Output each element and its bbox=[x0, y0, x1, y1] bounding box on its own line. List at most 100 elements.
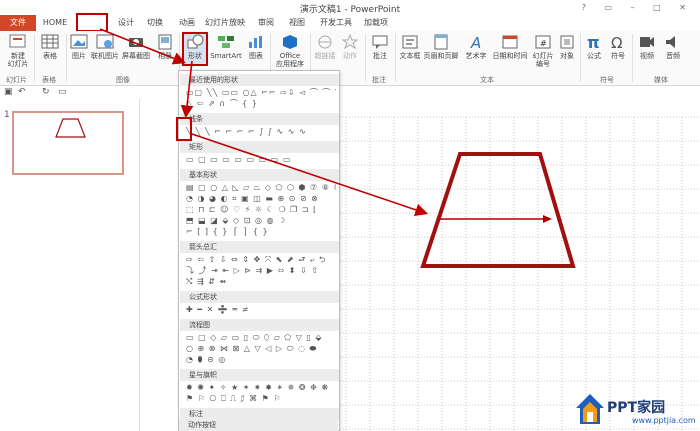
tab-developer[interactable]: 开发工具 bbox=[318, 15, 354, 31]
shape-row-recent-2[interactable]: △ ⇦ ⇗ ∩ ⌒ { } bbox=[186, 99, 336, 109]
separator bbox=[580, 34, 581, 82]
comment-button[interactable]: 批注 bbox=[368, 34, 392, 60]
shape-row-stars-1[interactable]: ✹ ✺ ✦ ✧ ★ ✶ ✷ ✸ ✴ ✵ ❂ ❉ ❋ bbox=[186, 383, 336, 393]
shape-row-rectangles[interactable]: ▭ ▢ ▭ ▭ ▭ ▭ ▭ ▭ ▭ bbox=[186, 155, 336, 165]
tab-slideshow[interactable]: 幻灯片放映 bbox=[203, 15, 247, 31]
equation-label: 公式 bbox=[587, 52, 601, 60]
object-button[interactable]: 对象 bbox=[556, 34, 578, 60]
grid-lines bbox=[340, 116, 700, 431]
shape-row-arrows-3[interactable]: ⤭ ⇶ ⇵ ⇴ bbox=[186, 277, 336, 287]
office-apps-button[interactable]: Office 应用程序 bbox=[273, 34, 307, 68]
line-arrowhead bbox=[543, 215, 552, 223]
svg-text:π: π bbox=[587, 34, 600, 50]
tab-design[interactable]: 设计 bbox=[112, 15, 140, 31]
shape-row-basic-5[interactable]: ⌐ [ ] { } ⎧ ⎫ { } bbox=[186, 227, 336, 237]
tab-file[interactable]: 文件 bbox=[0, 15, 36, 31]
tab-addins[interactable]: 加载项 bbox=[360, 15, 392, 31]
tab-animations[interactable]: 动画 bbox=[173, 15, 201, 31]
symbol-label: 符号 bbox=[611, 52, 625, 60]
header-footer-button[interactable]: 页眉和页脚 bbox=[423, 34, 459, 60]
object-icon bbox=[560, 35, 574, 49]
screenshot-button[interactable]: 屏幕截图 bbox=[121, 34, 151, 60]
shape-row-arrows-2[interactable]: ⤵ ⤴ ⇥ ⇤ ▷ ⊳ ⇉ ▶ ⬄ ⬍ ⇩ ⇧ bbox=[186, 266, 336, 276]
section-lines: 线条 bbox=[180, 113, 339, 125]
shape-row-stars-2[interactable]: ⚑ ⚐ ⎔ ⎕ ⎍ ⎎ ⌘ ⚑ ⚐ bbox=[186, 394, 336, 404]
shapes-dropdown: 最近使用的形状 ▭▢ ╲╲ ▭▭ ○△ ⌐⌐ ⇨⇩ ◅ ⌒ ⌒ ⌒ ⌒ △ ⇦ … bbox=[178, 70, 340, 431]
shape-row-basic-2[interactable]: ◔ ◑ ◕ ◐ ⌗ ▣ ◫ ▬ ⊕ ⊙ ⊘ ⊗ bbox=[186, 194, 336, 204]
header-footer-label: 页眉和页脚 bbox=[423, 52, 459, 60]
section-flowchart: 流程图 bbox=[180, 319, 339, 331]
pi-icon: π bbox=[587, 34, 600, 50]
line-tool-highlight bbox=[176, 117, 192, 141]
undo-icon[interactable]: ↶ bbox=[18, 87, 26, 97]
tab-review[interactable]: 审阅 bbox=[253, 15, 279, 31]
online-picture-button[interactable]: 联机图片 bbox=[91, 34, 119, 60]
slide-number-label: 幻灯片 编号 bbox=[532, 52, 554, 68]
shapes-button[interactable]: 形状 bbox=[182, 32, 208, 66]
shape-row-basic-1[interactable]: ▤ ▢ ○ △ ◺ ▱ ⏢ ◇ ⬠ ⬡ ⬢ ⑦ ⑧ ⑩ bbox=[186, 183, 336, 193]
shape-row-flow-1[interactable]: ▭ ▢ ◇ ▱ ▭ ▯ ⬭ ⬯ ⏥ ⬠ ▽ ▯ ⬙ bbox=[186, 333, 336, 343]
picture-button[interactable]: 图片 bbox=[68, 34, 90, 60]
separator bbox=[34, 34, 35, 82]
wordart-label: 艺术字 bbox=[465, 52, 487, 60]
online-picture-icon bbox=[96, 34, 114, 49]
group-label-comments: 批注 bbox=[372, 76, 386, 84]
symbol-button[interactable]: Ω 符号 bbox=[607, 34, 629, 60]
hyperlink-button[interactable]: 超链接 bbox=[313, 34, 337, 60]
tab-home[interactable]: HOME bbox=[40, 15, 70, 31]
group-label-media: 媒体 bbox=[654, 76, 668, 84]
textbox-label: 文本框 bbox=[399, 52, 421, 60]
picture-icon bbox=[70, 34, 88, 49]
new-slide-button[interactable]: 新建 幻灯片 bbox=[4, 34, 32, 68]
audio-label: 音频 bbox=[666, 52, 680, 60]
comment-label: 批注 bbox=[373, 52, 387, 60]
shape-row-flow-2[interactable]: ○ ⊕ ⊗ ⋈ ⊠ △ ▽ ◁ ▷ ⬭ ◌ ⬬ bbox=[186, 344, 336, 354]
smartart-button[interactable]: SmartArt bbox=[210, 34, 242, 60]
shape-row-flow-3[interactable]: ◔ ⬮ ⊝ ◎ bbox=[186, 355, 336, 365]
table-icon bbox=[41, 34, 59, 49]
section-basic-shapes: 基本形状 bbox=[180, 169, 339, 181]
album-button[interactable]: 相册 bbox=[153, 34, 177, 60]
trapezoid-shape[interactable] bbox=[420, 152, 576, 268]
shape-row-basic-3[interactable]: ⬚ ⊓ ⊏ ☺ ♡ ⚡ ☼ ☾ ❍ ❐ ⊐ ⌊ bbox=[186, 205, 336, 215]
separator bbox=[66, 34, 67, 82]
audio-button[interactable]: 音频 bbox=[662, 34, 684, 60]
chart-button[interactable]: 图表 bbox=[244, 34, 268, 60]
office-store-icon bbox=[283, 35, 297, 49]
album-icon bbox=[158, 34, 172, 50]
group-label-images: 图像 bbox=[116, 76, 130, 84]
group-label-tables: 表格 bbox=[42, 76, 56, 84]
shape-row-equation[interactable]: ✚ ━ ✕ ➗ ═ ≠ bbox=[186, 305, 336, 315]
slide-thumbnail[interactable] bbox=[12, 111, 124, 175]
group-label-slides: 幻灯片 bbox=[6, 76, 27, 84]
redo-icon[interactable]: ↻ bbox=[42, 87, 50, 97]
watermark-url: www.pptjia.com bbox=[632, 416, 696, 425]
tab-view[interactable]: 视图 bbox=[284, 15, 310, 31]
video-button[interactable]: 视频 bbox=[636, 34, 658, 60]
shape-row-lines[interactable]: ╲ ╲ ╲ ⌐ ⌐ ⌐ ⌐ ∫ ∫ ∿ ∿ ∿ bbox=[186, 127, 336, 137]
shape-row-recent[interactable]: ▭▢ ╲╲ ▭▭ ○△ ⌐⌐ ⇨⇩ ◅ ⌒ ⌒ ⌒ ⌒ bbox=[186, 88, 336, 98]
camera-icon bbox=[129, 38, 143, 47]
section-rectangles: 矩形 bbox=[180, 141, 339, 153]
equation-button[interactable]: π 公式 bbox=[583, 34, 605, 60]
shapes-label: 形状 bbox=[188, 52, 202, 60]
shapes-icon bbox=[187, 34, 204, 49]
datetime-button[interactable]: 日期和时间 bbox=[491, 34, 529, 60]
omega-icon: Ω bbox=[611, 34, 622, 50]
save-icon[interactable]: ▣ bbox=[4, 87, 13, 97]
shape-row-arrows-1[interactable]: ⇨ ⇦ ⇧ ⇩ ⇔ ⇕ ✥ ⤧ ⬉ ⬈ ⮐ ⤶ ⮌ bbox=[186, 255, 336, 265]
action-button[interactable]: 动作 bbox=[339, 34, 361, 60]
slide-number-button[interactable]: # 幻灯片 编号 bbox=[530, 34, 556, 68]
watermark-brand: PPT家园 bbox=[607, 400, 666, 416]
window-controls: ? ▭ – □ ✕ bbox=[581, 3, 694, 12]
album-label: 相册 bbox=[158, 52, 172, 60]
present-icon[interactable]: ▭ bbox=[58, 87, 67, 97]
new-slide-icon bbox=[9, 34, 26, 48]
table-button[interactable]: 表格 bbox=[37, 34, 63, 60]
textbox-button[interactable]: 文本框 bbox=[398, 34, 422, 60]
tab-transitions[interactable]: 切换 bbox=[141, 15, 169, 31]
wordart-button[interactable]: A 艺术字 bbox=[461, 34, 491, 60]
svg-text:A: A bbox=[470, 34, 481, 50]
shape-row-basic-4[interactable]: ⬒ ⬓ ◪ ⬙ ◇ ⊡ ◎ ◍ ☽ bbox=[186, 216, 336, 226]
screenshot-label: 屏幕截图 bbox=[122, 52, 150, 60]
